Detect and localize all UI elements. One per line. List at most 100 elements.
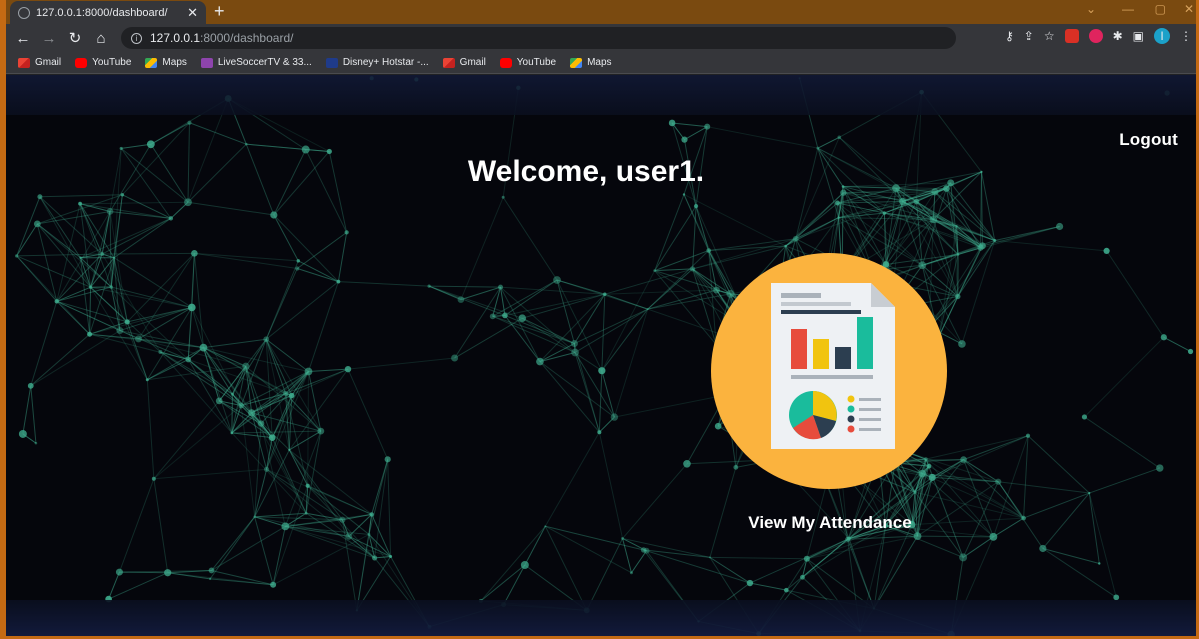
key-icon[interactable]: ⚷ [1005, 29, 1014, 43]
network-node [305, 483, 310, 488]
network-node [899, 197, 907, 205]
network-node [115, 568, 123, 576]
back-icon[interactable]: ← [10, 30, 36, 47]
network-node [835, 200, 841, 206]
network-line [296, 231, 347, 269]
network-line [39, 194, 123, 198]
network-node [1025, 433, 1031, 438]
network-node [288, 392, 295, 399]
network-line [231, 430, 321, 434]
view-attendance-link[interactable]: View My Attendance [701, 513, 959, 533]
header-band [6, 75, 1196, 115]
network-node [209, 577, 212, 580]
network-line [1084, 416, 1161, 469]
close-window-icon[interactable]: ✕ [1184, 2, 1194, 16]
menu-icon[interactable]: ⋮ [1180, 29, 1192, 43]
network-node [263, 466, 270, 472]
info-icon[interactable]: i [131, 32, 142, 44]
network-node [1160, 334, 1167, 341]
sidepanel-icon[interactable]: ▣ [1133, 29, 1144, 43]
bookmark-item[interactable]: YouTube [499, 57, 556, 68]
network-line [544, 431, 600, 527]
network-node [326, 148, 332, 155]
network-node [345, 532, 353, 540]
youtube-icon [75, 57, 88, 68]
attendance-card[interactable]: View My Attendance [711, 253, 949, 532]
bookmark-item[interactable]: Maps [570, 57, 612, 68]
network-node [956, 253, 960, 256]
tab-search-icon[interactable]: ⌄ [1086, 2, 1096, 16]
close-tab-icon[interactable]: ✕ [187, 6, 198, 19]
network-node [336, 279, 341, 284]
new-tab-button[interactable]: + [214, 0, 225, 22]
bookmark-item[interactable]: LiveSoccerTV & 33... [200, 57, 312, 68]
profile-avatar[interactable]: I [1154, 28, 1170, 44]
network-node [502, 312, 508, 319]
network-node [913, 532, 922, 540]
network-node [134, 335, 142, 343]
network-line [118, 478, 155, 573]
active-tab[interactable]: 127.0.0.1:8000/dashboard/ ✕ [10, 1, 206, 24]
network-node [929, 215, 937, 224]
network-line [622, 538, 632, 573]
network-node [708, 556, 711, 559]
reload-icon[interactable]: ↻ [62, 29, 88, 47]
bookmarks-bar: Gmail YouTube Maps LiveSoccerTV & 33... Disn… [6, 52, 1196, 74]
bookmark-item[interactable]: Gmail [442, 57, 486, 68]
ublock-icon[interactable] [1064, 29, 1079, 43]
network-node [1088, 491, 1091, 495]
network-line [993, 517, 1024, 538]
address-bar[interactable]: i 127.0.0.1:8000/dashboard/ [121, 27, 956, 49]
home-icon[interactable]: ⌂ [88, 30, 114, 47]
network-node [427, 284, 431, 288]
logout-link[interactable]: Logout [1119, 130, 1178, 150]
network-line [1084, 336, 1165, 418]
attendance-icon-circle[interactable] [711, 253, 947, 489]
bookmark-item[interactable]: Gmail [18, 57, 61, 68]
network-line [22, 385, 32, 435]
network-node [544, 525, 547, 528]
network-node [242, 362, 250, 370]
forward-icon[interactable]: → [36, 30, 62, 47]
network-line [806, 535, 918, 560]
hotstar-icon [325, 57, 338, 68]
network-node [248, 409, 256, 417]
bookmark-item[interactable]: Maps [145, 57, 187, 68]
network-node [882, 211, 887, 215]
network-line [119, 571, 168, 574]
network-node [109, 285, 114, 289]
network-line [16, 255, 91, 288]
bookmark-item[interactable]: Disney+ Hotstar -... [325, 57, 429, 68]
bookmark-label: Maps [162, 57, 187, 68]
network-node [629, 571, 633, 575]
extension-icon[interactable] [1088, 29, 1103, 43]
network-node [610, 413, 619, 421]
network-line [146, 379, 155, 479]
network-line [113, 217, 172, 259]
network-node [88, 285, 93, 289]
network-line [371, 459, 389, 515]
share-icon[interactable]: ⇪ [1024, 29, 1034, 43]
network-line [254, 516, 274, 585]
star-icon[interactable]: ☆ [1044, 29, 1055, 43]
network-node [283, 390, 289, 396]
network-line [545, 525, 632, 574]
network-node [268, 434, 276, 441]
network-node [106, 208, 114, 215]
network-line [30, 333, 90, 387]
network-line [480, 525, 546, 602]
network-node [37, 194, 43, 200]
maximize-icon[interactable]: ▢ [1155, 2, 1166, 16]
puzzle-icon[interactable]: ✱ [1113, 29, 1123, 43]
network-node [78, 201, 82, 206]
network-line [265, 281, 339, 340]
network-node [119, 146, 123, 151]
network-line [500, 286, 576, 353]
network-node [1039, 544, 1047, 553]
network-node [993, 239, 997, 243]
bookmark-item[interactable]: YouTube [75, 57, 131, 68]
network-line [266, 468, 372, 515]
network-line [598, 370, 603, 433]
minimize-icon[interactable]: — [1122, 2, 1134, 16]
network-line [539, 361, 600, 433]
